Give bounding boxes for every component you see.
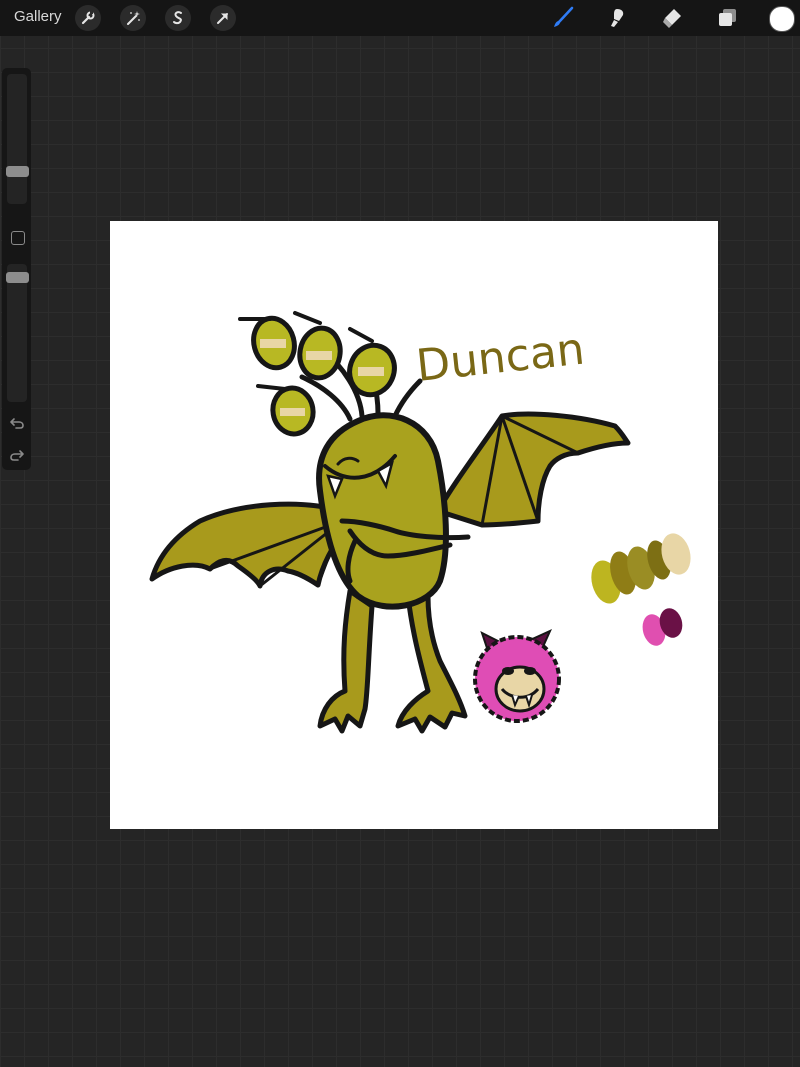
transform-button[interactable] bbox=[210, 5, 236, 31]
artwork: Duncan bbox=[149, 311, 691, 734]
right-leg bbox=[395, 593, 468, 734]
transform-arrow-icon bbox=[217, 13, 228, 24]
brush-tool-button[interactable] bbox=[550, 5, 576, 31]
color-picker-button[interactable] bbox=[769, 6, 795, 32]
wrench-icon bbox=[81, 11, 95, 25]
small-pink-monster-illustration bbox=[473, 629, 561, 723]
olive-color-swatches bbox=[591, 533, 691, 604]
actions-button[interactable] bbox=[75, 5, 101, 31]
layers-icon bbox=[719, 9, 736, 26]
smudge-icon bbox=[611, 9, 624, 27]
left-leg bbox=[317, 588, 375, 734]
selection-icon bbox=[173, 11, 182, 25]
body bbox=[316, 412, 449, 610]
eraser-tool-button[interactable] bbox=[659, 5, 685, 31]
undo-icon[interactable] bbox=[9, 415, 25, 431]
left-wing bbox=[149, 501, 351, 589]
artwork-title: Duncan bbox=[414, 324, 587, 392]
pink-color-swatches bbox=[642, 608, 683, 646]
top-toolbar: Gallery bbox=[0, 0, 800, 36]
sidebar bbox=[2, 68, 31, 470]
brush-icon bbox=[554, 6, 574, 27]
modifier-square-icon[interactable] bbox=[11, 231, 25, 245]
adjustments-button[interactable] bbox=[120, 5, 146, 31]
brush-size-slider[interactable] bbox=[7, 74, 27, 204]
opacity-slider-knob[interactable] bbox=[6, 272, 29, 283]
eraser-icon bbox=[663, 9, 681, 28]
brush-size-slider-knob[interactable] bbox=[6, 166, 29, 177]
drawing-canvas[interactable]: Duncan bbox=[110, 221, 718, 829]
magic-wand-icon bbox=[127, 11, 140, 25]
gallery-button[interactable]: Gallery bbox=[14, 8, 62, 25]
selection-button[interactable] bbox=[165, 5, 191, 31]
redo-icon[interactable] bbox=[9, 447, 25, 463]
layers-button[interactable] bbox=[714, 5, 740, 31]
smudge-tool-button[interactable] bbox=[604, 5, 630, 31]
opacity-slider[interactable] bbox=[7, 264, 27, 402]
